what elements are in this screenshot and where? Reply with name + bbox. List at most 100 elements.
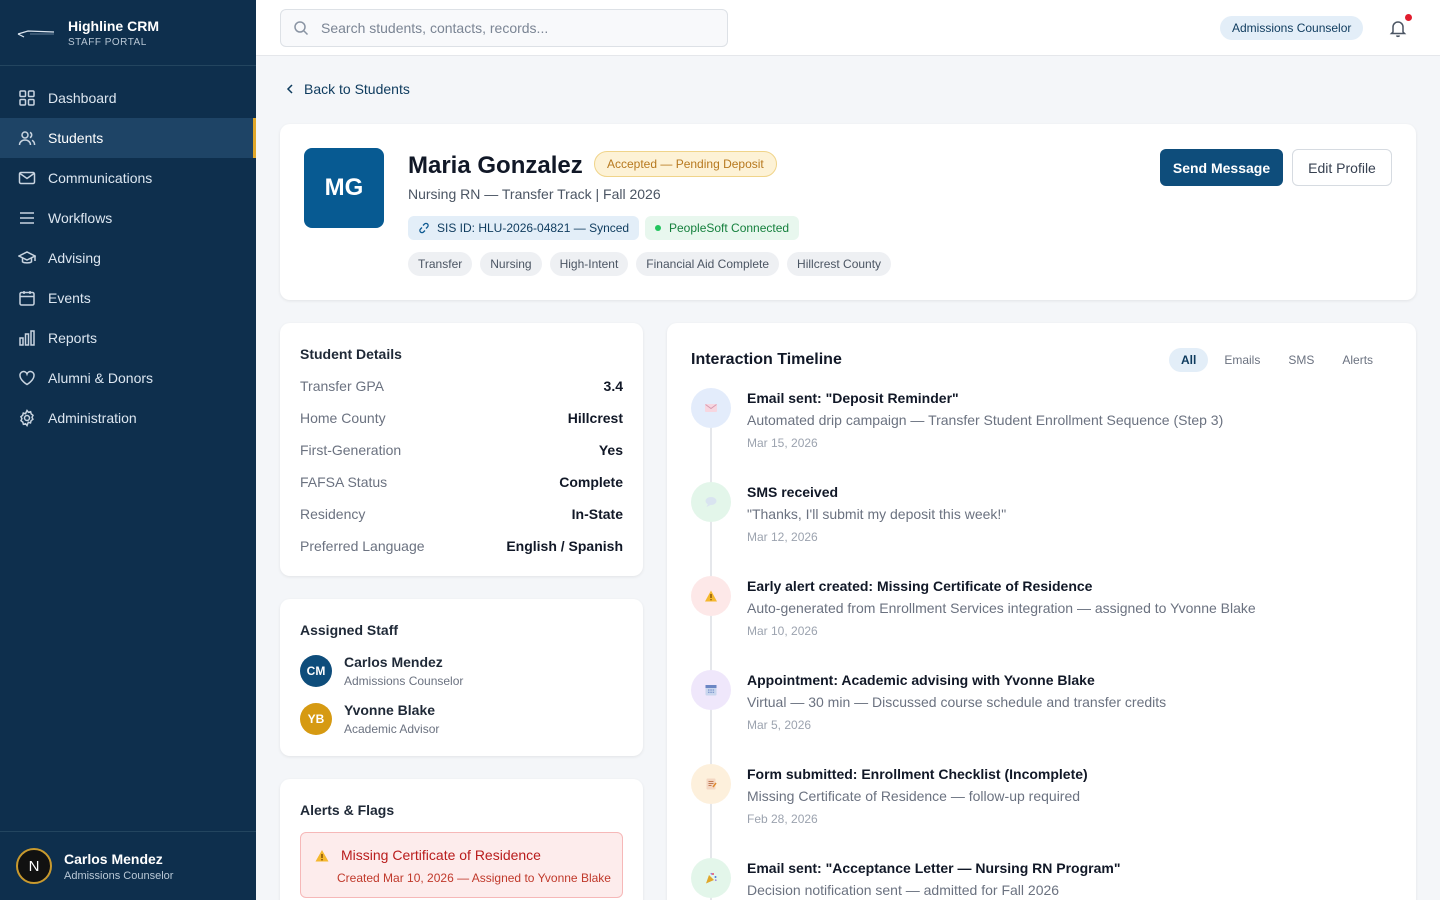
nav-label: Reports: [48, 330, 98, 346]
warning-icon: [315, 850, 329, 862]
topbar: Admissions Counselor: [256, 0, 1440, 56]
timeline-item-title: Form submitted: Enrollment Checklist (In…: [747, 766, 1088, 782]
tag[interactable]: Nursing: [480, 252, 542, 276]
tag[interactable]: High-Intent: [549, 252, 629, 276]
timeline-item-date: Mar 5, 2026: [747, 718, 812, 732]
student-name: Maria Gonzalez: [408, 152, 583, 179]
nav-label: Students: [48, 130, 104, 146]
tag-list: Transfer Nursing High-Intent Financial A…: [408, 252, 892, 276]
staff-role: Admissions Counselor: [344, 674, 464, 688]
nav-item-events[interactable]: Events: [0, 278, 256, 318]
alert-meta: Created Mar 10, 2026 — Assigned to Yvonn…: [337, 871, 611, 885]
avatar: N: [16, 848, 52, 884]
bar-chart-icon: [19, 330, 35, 346]
filter-emails[interactable]: Emails: [1212, 348, 1272, 372]
envelope-icon: [705, 404, 717, 412]
app-title: Highline CRM: [68, 17, 159, 34]
nav-label: Communications: [48, 170, 153, 186]
notification-dot: [1405, 14, 1412, 21]
timeline-title: Interaction Timeline: [691, 351, 842, 368]
filter-alerts[interactable]: Alerts: [1330, 348, 1385, 372]
nav-item-students[interactable]: Students: [0, 118, 256, 158]
timeline-item-desc: Decision notification sent — admitted fo…: [747, 882, 1060, 898]
timeline-item-desc: "Thanks, I'll submit my deposit this wee…: [747, 506, 1007, 522]
timeline-item-title: Email sent: "Acceptance Letter — Nursing…: [747, 860, 1121, 876]
timeline-item-date: Mar 10, 2026: [747, 624, 818, 638]
nav-item-reports[interactable]: Reports: [0, 318, 256, 358]
bell-icon[interactable]: [1388, 18, 1408, 38]
send-message-button[interactable]: Send Message: [1160, 149, 1283, 186]
timeline-item-title: SMS received: [747, 484, 839, 500]
calendar-icon: [705, 685, 717, 696]
sis-id-badge[interactable]: SIS ID: HLU-2026-04821 — Synced: [408, 216, 640, 240]
detail-row: Transfer GPA 3.4: [300, 376, 623, 396]
tag[interactable]: Transfer: [408, 252, 473, 276]
staff-role: Academic Advisor: [344, 722, 440, 736]
detail-label: FAFSA Status: [300, 474, 388, 490]
staff-member[interactable]: YB Yvonne Blake Academic Advisor: [300, 702, 439, 736]
student-details-card: Student Details Transfer GPA 3.4 Home Cou…: [280, 323, 643, 576]
edit-profile-button[interactable]: Edit Profile: [1292, 149, 1392, 186]
memo-icon: [706, 778, 717, 790]
sidebar-nav: Dashboard Students Communications Workfl…: [0, 66, 256, 438]
alerts-flags-card: Alerts & Flags Missing Certificate of Re…: [280, 779, 643, 900]
interaction-timeline-card: Interaction Timeline All Emails SMS Aler…: [667, 323, 1416, 900]
connected-dot-icon: [655, 225, 661, 231]
grid-icon: [19, 90, 35, 106]
detail-label: Transfer GPA: [300, 378, 385, 394]
filter-sms[interactable]: SMS: [1276, 348, 1326, 372]
timeline-item-title: Appointment: Academic advising with Yvon…: [747, 672, 1095, 688]
search-icon: [294, 21, 309, 36]
sidebar: Highline CRM STAFF PORTAL Dashboard Stud…: [0, 0, 256, 900]
detail-value: 3.4: [603, 378, 623, 394]
timeline-dot: [691, 858, 731, 898]
current-user[interactable]: N Carlos Mendez Admissions Counselor: [0, 831, 256, 900]
timeline-item-title: Email sent: "Deposit Reminder": [747, 390, 959, 406]
nav-item-communications[interactable]: Communications: [0, 158, 256, 198]
detail-row: Residency In-State: [300, 504, 623, 524]
filter-all[interactable]: All: [1169, 348, 1209, 372]
alert-title: Missing Certificate of Residence: [341, 847, 541, 863]
detail-label: First-Generation: [300, 442, 402, 458]
search-box[interactable]: [280, 9, 728, 47]
card-title: Assigned Staff: [300, 622, 399, 638]
app-subtitle: STAFF PORTAL: [68, 36, 147, 48]
peoplesoft-text: PeopleSoft Connected: [669, 221, 790, 235]
nav-item-administration[interactable]: Administration: [0, 398, 256, 438]
detail-label: Home County: [300, 410, 386, 426]
status-badge: Accepted — Pending Deposit: [594, 151, 777, 177]
timeline-item-date: Feb 28, 2026: [747, 812, 818, 826]
nav-label: Dashboard: [48, 90, 117, 106]
detail-row: FAFSA Status Complete: [300, 472, 623, 492]
nav-label: Administration: [48, 410, 137, 426]
detail-value: English / Spanish: [506, 538, 623, 554]
nav-item-workflows[interactable]: Workflows: [0, 198, 256, 238]
detail-row: First-Generation Yes: [300, 440, 623, 460]
sis-id-text: SIS ID: HLU-2026-04821 — Synced: [437, 221, 630, 235]
nav-item-advising[interactable]: Advising: [0, 238, 256, 278]
alert-item[interactable]: Missing Certificate of Residence Created…: [300, 832, 623, 898]
tag[interactable]: Financial Aid Complete: [636, 252, 780, 276]
detail-row: Preferred Language English / Spanish: [300, 536, 623, 556]
staff-member[interactable]: CM Carlos Mendez Admissions Counselor: [300, 654, 463, 688]
warning-icon: [705, 590, 717, 602]
logo-icon: [17, 29, 55, 38]
nav-item-dashboard[interactable]: Dashboard: [0, 78, 256, 118]
staff-name: Yvonne Blake: [344, 702, 436, 718]
mail-icon: [18, 171, 36, 185]
timeline-item-desc: Virtual — 30 min — Discussed course sche…: [747, 694, 1167, 710]
back-link[interactable]: Back to Students: [284, 81, 410, 97]
search-input[interactable]: [321, 20, 701, 36]
graduation-cap-icon: [18, 251, 36, 264]
brand[interactable]: Highline CRM STAFF PORTAL: [0, 0, 256, 66]
card-title: Alerts & Flags: [300, 802, 395, 818]
heart-icon: [19, 370, 35, 386]
timeline-dot: [691, 764, 731, 804]
tag[interactable]: Hillcrest County: [787, 252, 892, 276]
back-link-label: Back to Students: [304, 81, 410, 97]
timeline-dot: [691, 670, 731, 710]
nav-item-alumni-donors[interactable]: Alumni & Donors: [0, 358, 256, 398]
timeline-dot: [691, 576, 731, 616]
timeline-dot: [691, 388, 731, 428]
detail-value: In-State: [571, 506, 623, 522]
